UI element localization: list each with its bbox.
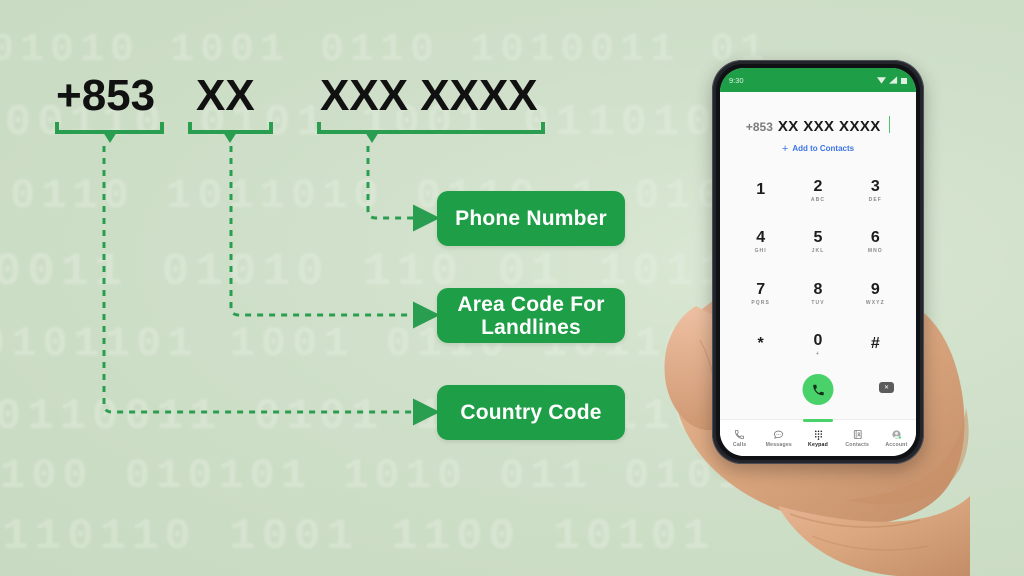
- contacts-icon: [853, 429, 862, 439]
- connector-area-code: [229, 146, 440, 329]
- dialer-readout: +853 XX XXX XXXX + Add to Contacts: [720, 92, 916, 155]
- plus-icon: +: [781, 142, 789, 155]
- dialed-number: XX XXX XXXX: [777, 118, 881, 135]
- add-to-contacts-label: Add to Contacts: [792, 144, 855, 153]
- nav-label-keypad: Keypad: [808, 441, 828, 448]
- status-bar-icons: [877, 76, 907, 84]
- backspace-icon: ✕: [883, 384, 890, 391]
- dialer-actions: ✕: [720, 371, 916, 419]
- keypad-digit: 0: [813, 332, 823, 350]
- segment-country-code-text: +853: [56, 71, 156, 120]
- keypad-digit: 6: [870, 229, 880, 247]
- keypad-key-9[interactable]: 9 WXYZ: [847, 268, 904, 320]
- connector-country-code: [102, 146, 440, 426]
- nav-label-messages: Messages: [765, 441, 792, 448]
- watermark-row: 01010 1001 0110 1010011 01: [0, 28, 771, 73]
- dialed-country-code: +853: [745, 120, 773, 134]
- keypad-digit: 9: [870, 280, 880, 298]
- keypad-key-hash[interactable]: #: [847, 320, 904, 372]
- keypad-letters: DEF: [868, 196, 882, 203]
- keypad-key-2[interactable]: 2 ABC: [789, 165, 846, 217]
- phone-handset-icon: [812, 384, 824, 395]
- keypad-digit: 2: [813, 177, 823, 195]
- connector-phone-number: [366, 146, 440, 232]
- watermark-row: 0110110 1001 1100 10101: [0, 512, 716, 562]
- keypad-letters: +: [815, 351, 820, 358]
- smartphone: 9:30 +853 XX XXX XXXX + Add to Contacts …: [700, 52, 940, 472]
- text-cursor: [888, 116, 891, 133]
- segment-area-code: XX: [188, 71, 273, 143]
- nav-item-messages[interactable]: Messages: [759, 420, 798, 456]
- signal-icon: [889, 76, 898, 84]
- bracket-phone-number: [317, 122, 545, 134]
- keypad-letters: MNO: [867, 248, 883, 255]
- keypad-digit: 7: [756, 280, 766, 298]
- phone-screen: 9:30 +853 XX XXX XXXX + Add to Contacts …: [720, 68, 916, 456]
- watermark-row: 10011 01010 110 01 10110: [0, 246, 767, 298]
- label-area-code-line1: Area Code For: [457, 292, 605, 316]
- keypad-icon: [814, 430, 822, 440]
- calls-icon: [735, 429, 745, 439]
- label-country-code-text: Country Code: [460, 401, 602, 424]
- nav-item-keypad[interactable]: Keypad: [798, 419, 837, 456]
- call-button[interactable]: [802, 374, 834, 405]
- keypad-key-6[interactable]: 6 MNO: [847, 217, 904, 269]
- keypad-key-0[interactable]: 0 +: [789, 320, 846, 372]
- keypad-key-7[interactable]: 7 PQRS: [732, 268, 789, 320]
- infographic-canvas: 01010 1001 0110 1010011 01 1100110 0101 …: [0, 0, 1024, 576]
- label-area-code[interactable]: Area Code For Landlines: [437, 288, 625, 343]
- nav-item-contacts[interactable]: Contacts: [838, 420, 877, 456]
- segment-phone-number: XXX XXXX: [317, 71, 545, 143]
- watermark-row: 100 010101 1010 011 0101: [0, 452, 749, 500]
- keypad-key-star[interactable]: *: [732, 320, 789, 372]
- nav-label-contacts: Contacts: [845, 441, 870, 448]
- wifi-icon: [877, 77, 886, 84]
- keypad-letters: TUV: [811, 299, 825, 306]
- nav-label-calls: Calls: [732, 441, 747, 448]
- keypad-letters: PQRS: [751, 299, 770, 306]
- battery-icon: [901, 77, 907, 84]
- nav-label-account: Account: [885, 441, 908, 448]
- keypad-key-4[interactable]: 4 GHI: [732, 217, 789, 269]
- nav-item-calls[interactable]: Calls: [720, 420, 759, 456]
- nav-item-account[interactable]: Account: [877, 420, 916, 456]
- keypad-letters: WXYZ: [865, 299, 885, 306]
- account-avatar-icon: [892, 429, 902, 439]
- label-country-code[interactable]: Country Code: [437, 385, 625, 440]
- keypad-letters: JKL: [811, 248, 825, 255]
- keypad-key-1[interactable]: 1: [732, 165, 789, 217]
- watermark-row: 0110 1011010 0110 1 0101: [10, 172, 759, 220]
- keypad-digit: 3: [870, 177, 880, 195]
- bracket-arrow-phone-number: [365, 132, 379, 143]
- segment-phone-number-text: XXX XXXX: [320, 71, 538, 120]
- status-bar: 9:30: [720, 68, 916, 92]
- bottom-navigation: Calls Messages Keypad Contacts Account: [720, 419, 916, 456]
- backspace-button[interactable]: ✕: [879, 382, 894, 393]
- keypad-grid: 1 2 ABC 3 DEF 4 GHI 5 JKL 6 MNO 7 PQRS 8…: [720, 153, 916, 371]
- add-to-contacts-button[interactable]: + Add to Contacts: [720, 142, 916, 155]
- keypad-key-5[interactable]: 5 JKL: [789, 217, 846, 269]
- messages-icon: [774, 430, 784, 439]
- bracket-arrow-country-code: [103, 132, 117, 143]
- bracket-arrow-area-code: [223, 132, 237, 143]
- keypad-letters: GHI: [754, 248, 767, 255]
- keypad-digit: #: [870, 335, 880, 353]
- active-tab-indicator: [803, 419, 833, 422]
- label-phone-number-text: Phone Number: [455, 207, 607, 230]
- status-bar-time: 9:30: [729, 75, 744, 85]
- keypad-digit: 5: [813, 229, 823, 247]
- keypad-key-3[interactable]: 3 DEF: [847, 165, 904, 217]
- keypad-letters: ABC: [810, 196, 826, 203]
- segment-area-code-text: XX: [196, 71, 255, 120]
- label-phone-number[interactable]: Phone Number: [437, 191, 625, 246]
- keypad-digit: 8: [813, 280, 823, 298]
- dialed-number-row[interactable]: +853 XX XXX XXXX: [720, 114, 916, 135]
- segment-country-code: +853: [55, 71, 164, 143]
- label-area-code-line2: Landlines: [481, 315, 581, 339]
- keypad-digit: *: [757, 335, 764, 353]
- keypad-key-8[interactable]: 8 TUV: [789, 268, 846, 320]
- keypad-digit: 1: [756, 180, 766, 198]
- keypad-digit: 4: [756, 229, 766, 247]
